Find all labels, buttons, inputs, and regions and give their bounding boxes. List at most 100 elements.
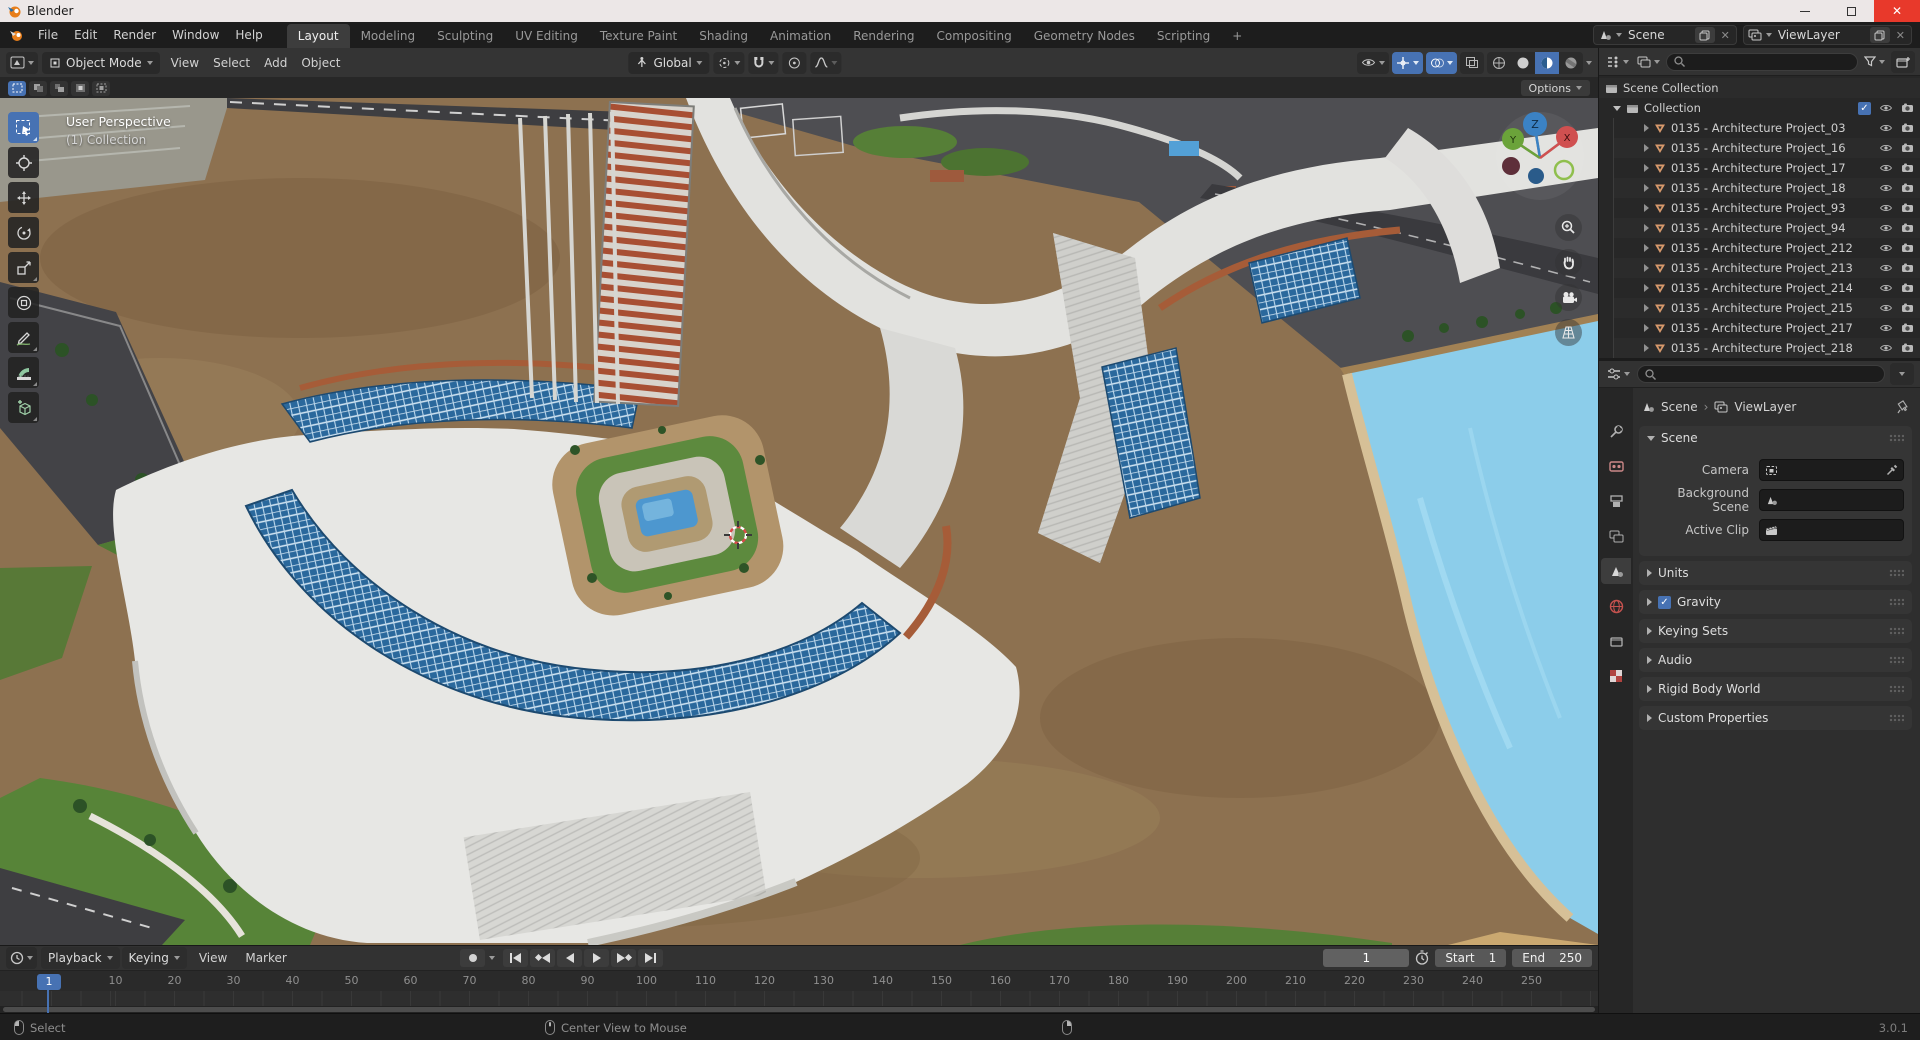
tab-world[interactable] <box>1601 593 1631 619</box>
rotate-tool-button[interactable] <box>8 217 39 248</box>
outliner-object-row[interactable]: 0135 - Architecture Project_16 <box>1613 138 1920 158</box>
xray-toggle-button[interactable] <box>1460 51 1484 74</box>
viewport-menu-item[interactable]: Add <box>257 52 294 74</box>
timeline-dropdown-menu[interactable]: Playback <box>41 946 120 969</box>
topbar-menu-item[interactable]: Window <box>164 25 227 45</box>
workspace-tab[interactable]: Geometry Nodes <box>1023 24 1146 48</box>
hide-eye-icon[interactable] <box>1879 183 1893 193</box>
disable-render-camera-icon[interactable] <box>1901 303 1914 313</box>
workspace-tab[interactable]: Rendering <box>842 24 925 48</box>
workspace-tab[interactable]: Shading <box>688 24 759 48</box>
camera-view-button[interactable] <box>1555 284 1582 311</box>
outliner-object-row[interactable]: 0135 - Architecture Project_217 <box>1613 318 1920 338</box>
blender-menu-icon[interactable] <box>8 28 24 42</box>
panel-drag-handle[interactable] <box>1889 713 1904 723</box>
expand-arrow-icon[interactable] <box>1644 244 1649 252</box>
panel-drag-handle[interactable] <box>1889 684 1904 694</box>
workspace-tab[interactable]: Scripting <box>1146 24 1221 48</box>
move-tool-button[interactable] <box>8 182 39 213</box>
jump-to-end-button[interactable] <box>638 948 663 967</box>
tab-view-layer[interactable] <box>1601 523 1631 549</box>
collapsed-panel[interactable]: ✓ Gravity <box>1639 590 1912 614</box>
options-button[interactable]: Options <box>1520 80 1590 96</box>
transform-orientation-selector[interactable]: Global <box>628 51 710 74</box>
outliner-object-row[interactable]: 0135 - Architecture Project_212 <box>1613 238 1920 258</box>
show-gizmo-button[interactable] <box>1392 51 1423 74</box>
select-box-tool-button[interactable] <box>8 112 39 143</box>
proportional-falloff-button[interactable] <box>810 51 842 74</box>
camera-field[interactable] <box>1759 459 1904 481</box>
disable-render-camera-icon[interactable] <box>1901 323 1914 333</box>
collapsed-panel[interactable]: Audio <box>1639 648 1912 672</box>
outliner-object-row[interactable]: 0135 - Architecture Project_93 <box>1613 198 1920 218</box>
expand-arrow-icon[interactable] <box>1647 627 1652 635</box>
select-mode-subtract-button[interactable] <box>50 80 68 96</box>
collection-checkbox[interactable]: ✓ <box>1858 101 1871 115</box>
viewport-menu-item[interactable]: Object <box>294 52 347 74</box>
disable-render-camera-icon[interactable] <box>1901 183 1914 193</box>
current-frame-field[interactable]: 1 <box>1323 948 1410 967</box>
hide-eye-icon[interactable] <box>1879 283 1893 293</box>
panel-checkbox[interactable]: ✓ <box>1658 595 1671 609</box>
panel-drag-handle[interactable] <box>1889 597 1904 607</box>
play-button[interactable] <box>584 948 609 967</box>
frame-end-field[interactable]: End 250 <box>1512 948 1592 967</box>
viewport-scene[interactable]: User Perspective (1) Collection Z Y X <box>0 98 1598 945</box>
outliner-filter-button[interactable] <box>1862 51 1887 73</box>
breadcrumb-scene[interactable]: Scene <box>1661 400 1698 414</box>
shading-solid-button[interactable] <box>1511 52 1535 74</box>
expand-arrow-icon[interactable] <box>1644 204 1649 212</box>
workspace-tab[interactable]: + <box>1221 24 1253 48</box>
hide-eye-icon[interactable] <box>1879 163 1893 173</box>
collapsed-panel[interactable]: Units <box>1639 561 1912 585</box>
expand-arrow-icon[interactable] <box>1644 324 1649 332</box>
new-collection-button[interactable] <box>1891 50 1915 73</box>
hide-eye-icon[interactable] <box>1879 223 1893 233</box>
topbar-menu-item[interactable]: Edit <box>66 25 105 45</box>
hide-eye-icon[interactable] <box>1879 323 1893 333</box>
properties-editor-type-button[interactable] <box>1605 363 1632 385</box>
remove-viewlayer-icon[interactable]: ✕ <box>1894 29 1907 42</box>
collapsed-panel[interactable]: Custom Properties <box>1639 706 1912 730</box>
viewport-menu-item[interactable]: Select <box>206 52 257 74</box>
expand-arrow-icon[interactable] <box>1644 184 1649 192</box>
pin-icon[interactable] <box>1897 400 1910 414</box>
tab-render[interactable] <box>1601 453 1631 479</box>
disable-render-camera-icon[interactable] <box>1901 123 1914 133</box>
timeline-ruler[interactable]: 10 20 30 40 50 60 70 80 90 100 110 120 130 140 150 160 1… <box>0 969 1598 1015</box>
disable-render-camera-icon[interactable] <box>1901 223 1914 233</box>
play-reverse-button[interactable] <box>557 948 582 967</box>
unlink-scene-icon[interactable]: ✕ <box>1719 29 1732 42</box>
hide-eye-icon[interactable] <box>1879 143 1893 153</box>
select-mode-extend-button[interactable] <box>29 80 47 96</box>
hide-eye-icon[interactable] <box>1879 103 1893 113</box>
collapsed-panel[interactable]: Rigid Body World <box>1639 677 1912 701</box>
ortho-grid-button[interactable] <box>1555 319 1582 346</box>
stopwatch-icon[interactable] <box>1415 950 1429 965</box>
prev-keyframe-button[interactable] <box>530 948 555 967</box>
measure-tool-button[interactable] <box>8 357 39 388</box>
outliner-object-row[interactable]: 0135 - Architecture Project_213 <box>1613 258 1920 278</box>
navigation-gizmo[interactable]: Z Y X <box>1494 110 1586 202</box>
background-scene-field[interactable] <box>1759 489 1904 511</box>
shading-rendered-button[interactable] <box>1559 52 1583 74</box>
hide-eye-icon[interactable] <box>1879 263 1893 273</box>
timeline-menu-item[interactable]: Marker <box>237 948 294 968</box>
maximize-button[interactable] <box>1828 0 1874 22</box>
expand-arrow-icon[interactable] <box>1647 569 1652 577</box>
expand-arrow-icon[interactable] <box>1644 304 1649 312</box>
hide-eye-icon[interactable] <box>1879 303 1893 313</box>
select-mode-set-button[interactable] <box>8 80 26 96</box>
auto-keying-button[interactable] <box>460 948 485 967</box>
timeline-scrollbar[interactable] <box>0 1006 1598 1013</box>
snap-magnet-button[interactable] <box>748 51 779 74</box>
properties-search[interactable] <box>1637 365 1885 383</box>
select-mode-invert-button[interactable] <box>71 80 89 96</box>
disable-render-camera-icon[interactable] <box>1901 103 1914 113</box>
outliner-row-collection[interactable]: Collection ✓ <box>1599 98 1920 118</box>
disable-render-camera-icon[interactable] <box>1901 343 1914 353</box>
expand-arrow-icon[interactable] <box>1644 224 1649 232</box>
expand-arrow-icon[interactable] <box>1647 598 1652 606</box>
hide-eye-icon[interactable] <box>1879 243 1893 253</box>
timeline-track[interactable] <box>0 991 1598 1007</box>
